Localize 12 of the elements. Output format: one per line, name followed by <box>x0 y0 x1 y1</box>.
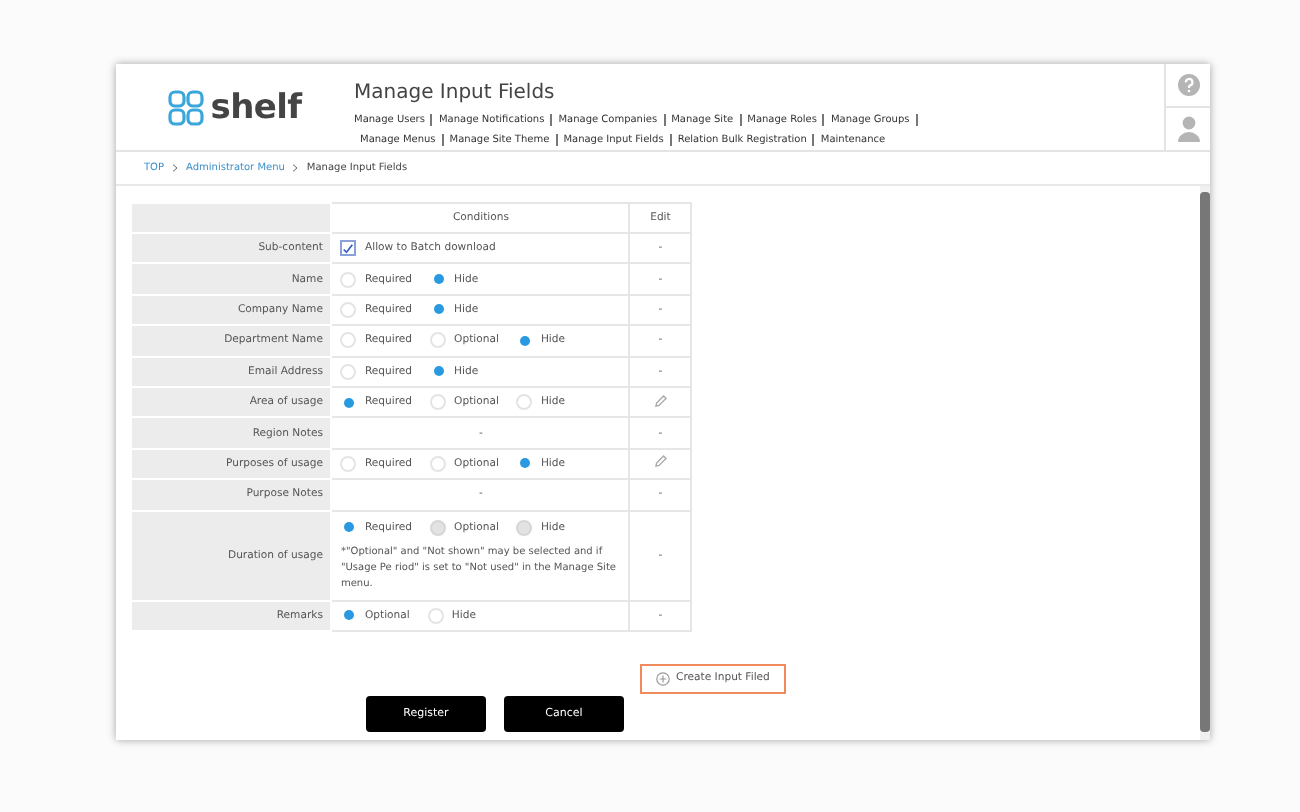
pencil-icon[interactable] <box>653 393 668 408</box>
scrollbar[interactable] <box>1200 186 1210 740</box>
help-icon[interactable] <box>1177 74 1199 96</box>
logo-text: shelf <box>210 87 302 127</box>
plus-circle-icon <box>656 671 670 686</box>
logo-icon <box>168 89 205 125</box>
checkbox-box[interactable] <box>340 240 357 257</box>
chevron-icon <box>292 164 299 172</box>
page-title: Manage Input Fields <box>354 82 557 104</box>
user-icon[interactable] <box>1177 116 1199 142</box>
chevron-icon <box>172 164 179 172</box>
pencil-icon[interactable] <box>653 454 668 469</box>
